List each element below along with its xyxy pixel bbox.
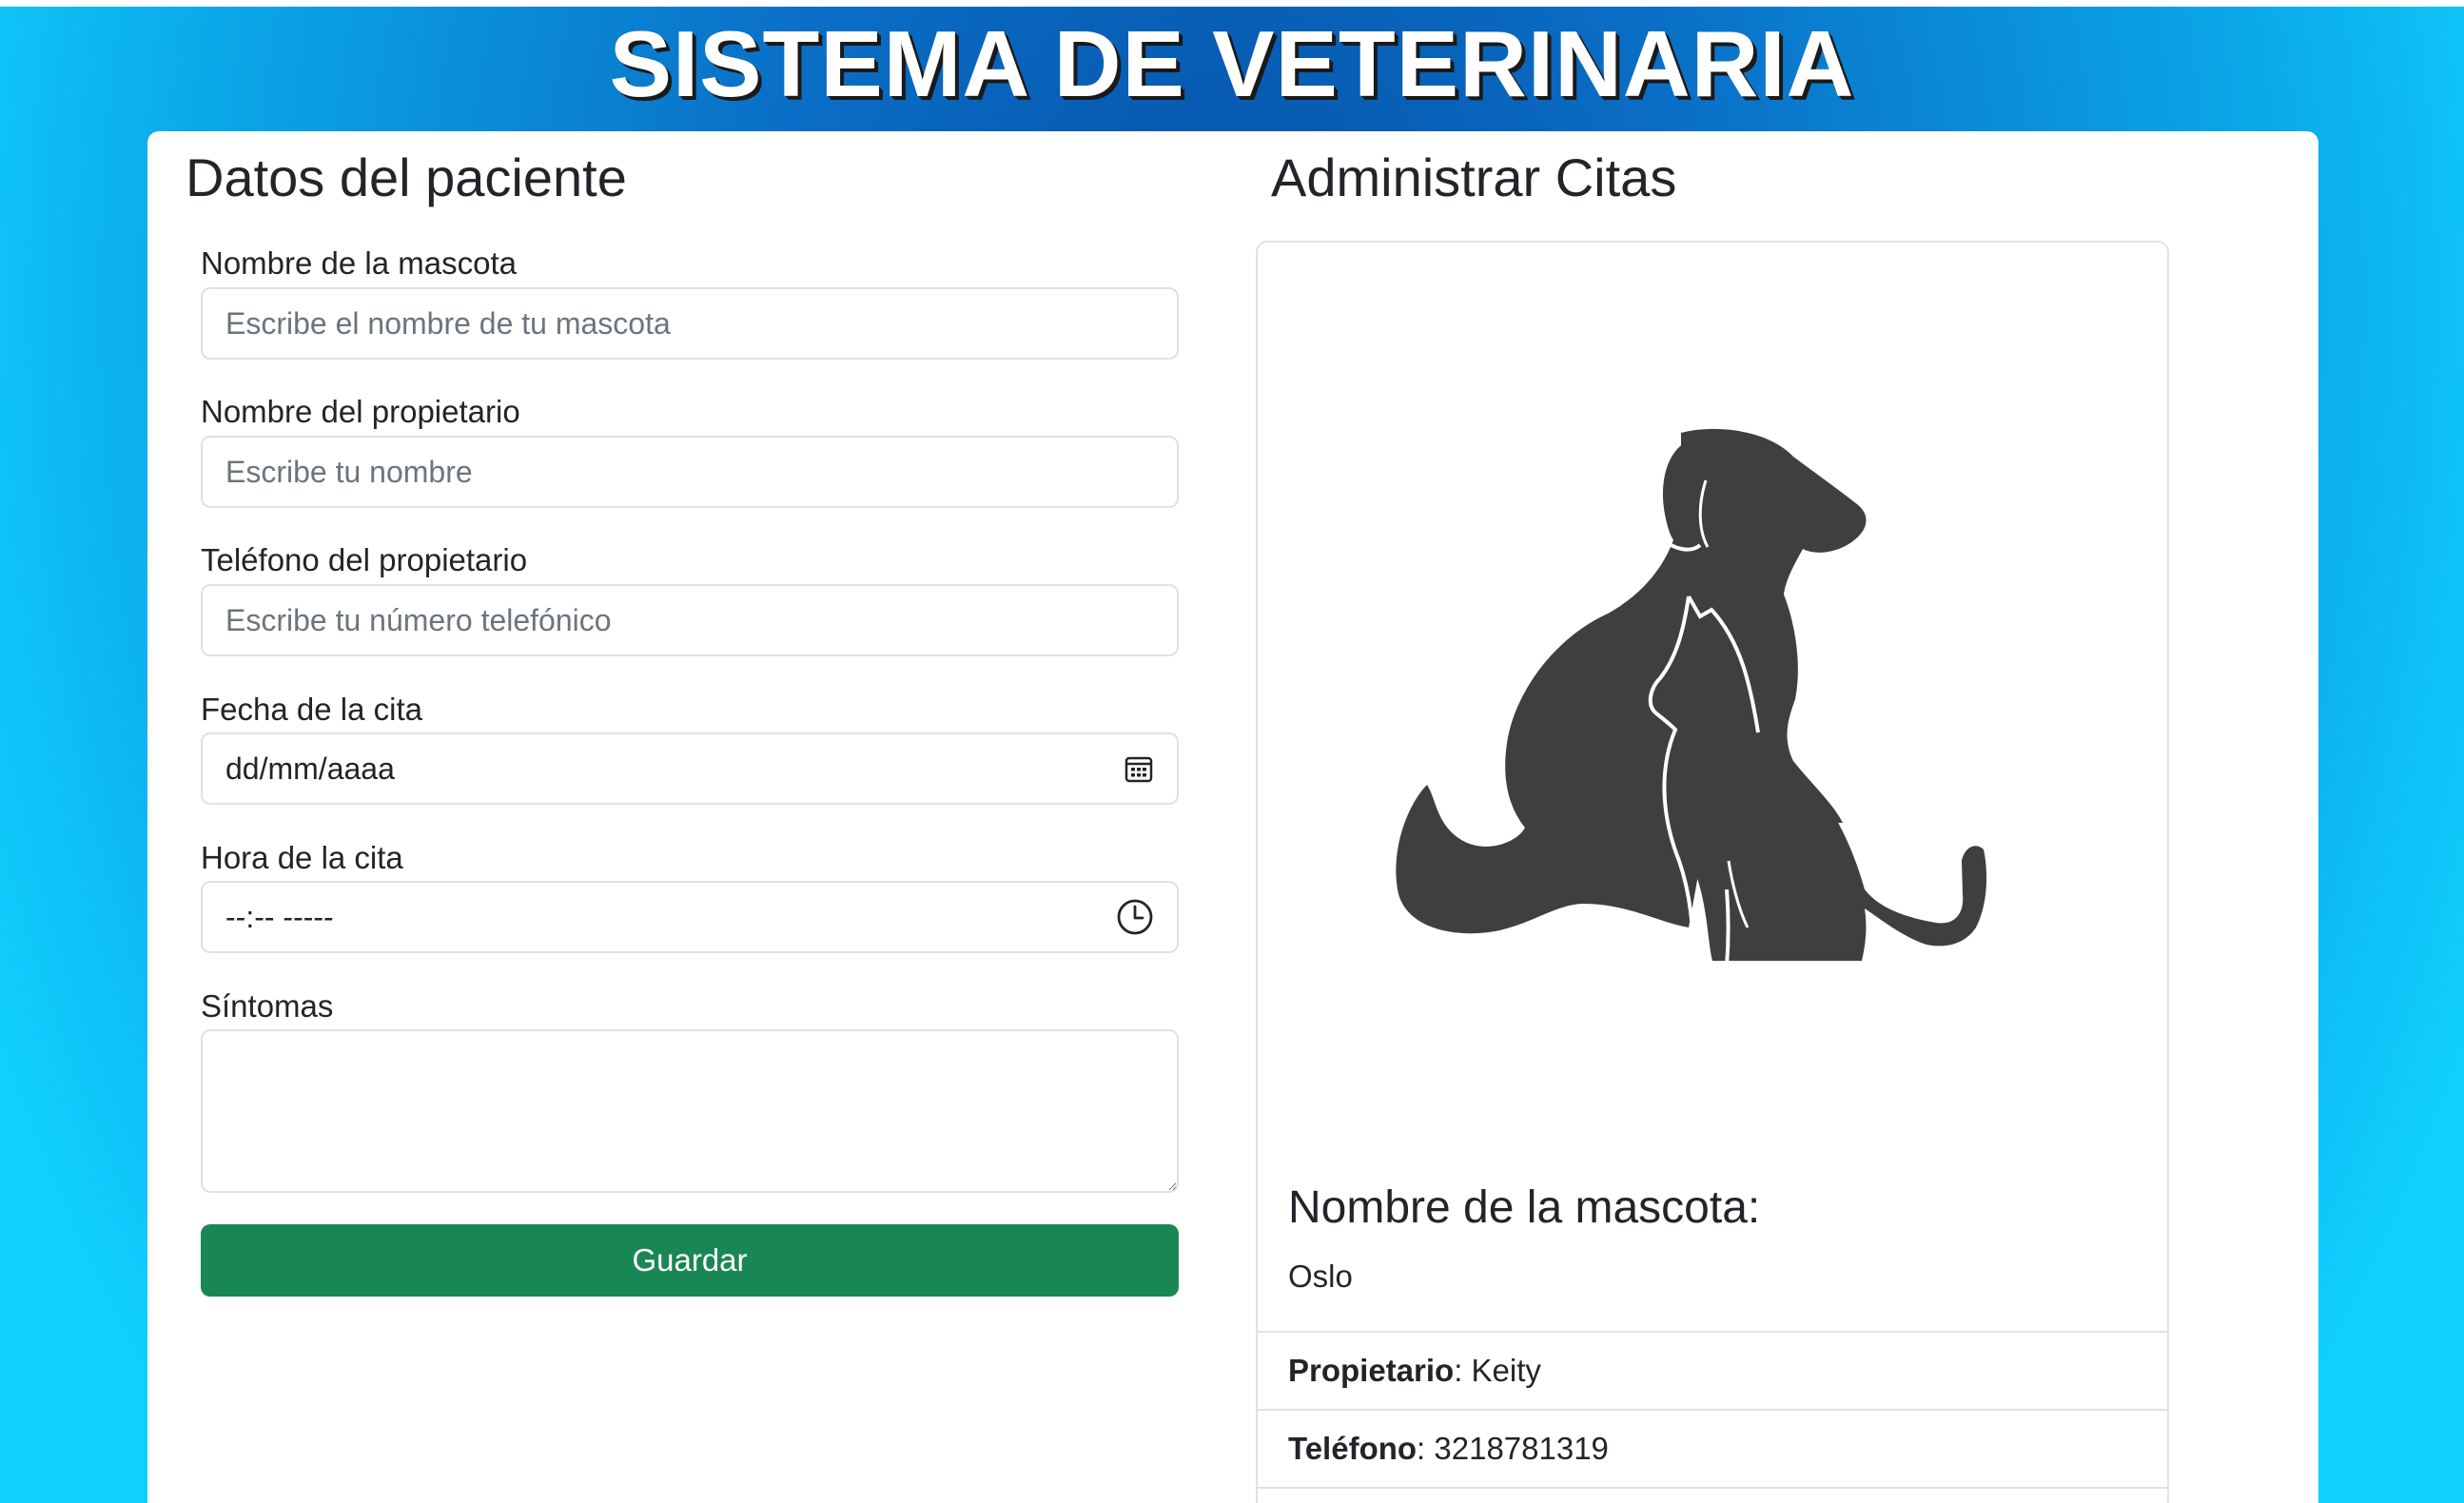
time-input-value: --:-- ----- [225, 899, 334, 934]
owner-row: Propietario: Keity [1256, 1331, 2169, 1409]
time-label: Hora de la cita [201, 840, 403, 875]
date-input-value: dd/mm/aaaa [225, 751, 395, 786]
owner-phone-label: Teléfono del propietario [201, 542, 528, 577]
patient-section-title: Datos del paciente [186, 147, 627, 207]
save-button[interactable]: Guardar [201, 1224, 1179, 1297]
pet-name-title: Nombre de la mascota: [1288, 1182, 1761, 1233]
pet-silhouette-image [1394, 423, 2017, 966]
owner-name-label: Nombre del propietario [201, 394, 520, 429]
symptoms-label: Síntomas [201, 988, 334, 1024]
appointments-section-title: Administrar Citas [1271, 147, 1677, 207]
clock-icon[interactable] [1116, 898, 1154, 936]
owner-name-input[interactable] [201, 436, 1179, 508]
top-strip [0, 0, 2464, 7]
owner-row-label: Propietario [1288, 1353, 1455, 1388]
time-input[interactable]: --:-- ----- [201, 881, 1179, 953]
site-title: SISTEMA DE VETERINARIA [609, 11, 1855, 116]
phone-row-value: : 3218781319 [1417, 1431, 1609, 1466]
pet-name-value: Oslo [1288, 1259, 1353, 1294]
next-row-edge [1256, 1487, 2169, 1503]
date-input[interactable]: dd/mm/aaaa [201, 732, 1179, 805]
pet-name-label: Nombre de la mascota [201, 245, 517, 281]
phone-row-label: Teléfono [1288, 1431, 1418, 1466]
symptoms-textarea[interactable] [201, 1029, 1179, 1193]
phone-row: Teléfono: 3218781319 [1256, 1409, 2169, 1487]
pet-name-input[interactable] [201, 287, 1179, 360]
owner-row-value: : Keity [1454, 1353, 1541, 1388]
date-label: Fecha de la cita [201, 692, 422, 727]
calendar-icon[interactable] [1124, 753, 1154, 784]
owner-phone-input[interactable] [201, 584, 1179, 656]
